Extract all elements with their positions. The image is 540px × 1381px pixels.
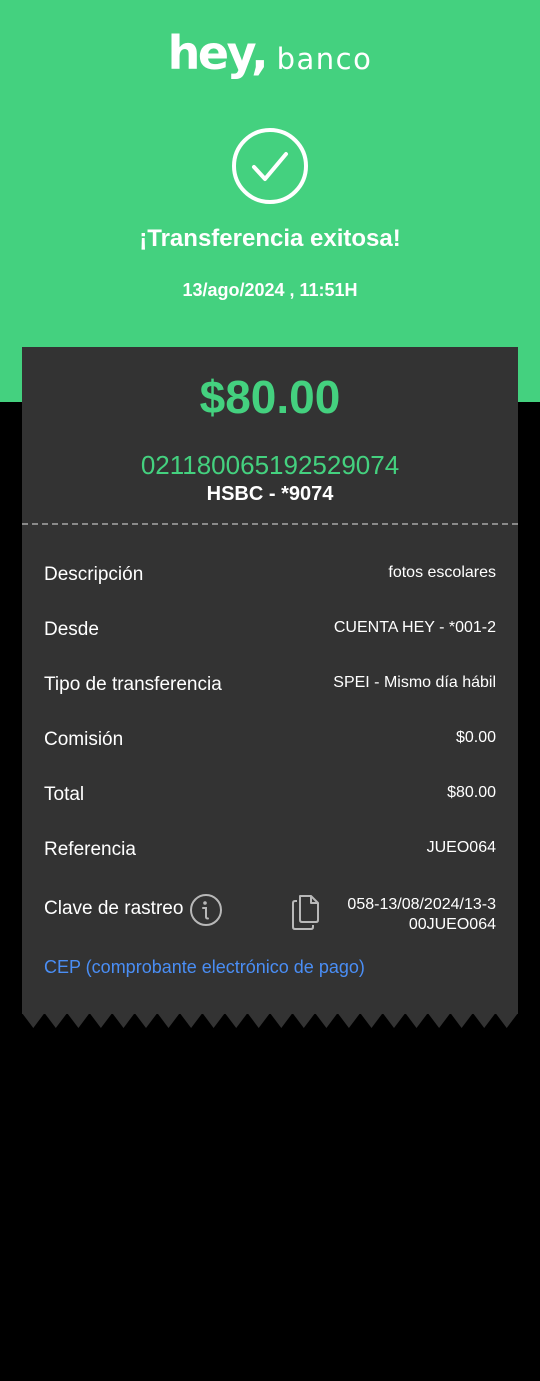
referencia-label: Referencia — [44, 839, 136, 860]
descripcion-value: fotos escolares — [388, 564, 496, 581]
comision-value: $0.00 — [455, 729, 496, 746]
tipo-transferencia-label: Tipo de transferencia — [44, 674, 222, 695]
detail-row-clave-rastreo: Clave de rastreo 058-13/08/2024/13-3 00J… — [44, 894, 496, 942]
detail-row-desde: Desde CUENTA HEY - *001-2 — [44, 619, 496, 659]
destination-bank: HSBC - *9074 — [206, 483, 334, 505]
detail-row-referencia: Referencia JUEO064 — [44, 839, 496, 879]
total-label: Total — [44, 784, 85, 805]
transfer-amount: $80.00 — [199, 371, 341, 423]
copy-icon[interactable] — [291, 892, 321, 932]
check-circle-icon — [232, 128, 308, 204]
desde-value: CUENTA HEY - *001-2 — [333, 619, 496, 636]
logo-banco-text: banco — [276, 42, 373, 76]
logo-comma: , — [251, 26, 269, 80]
logo-hey-text: hey — [167, 26, 257, 80]
detail-row-total: Total $80.00 — [44, 784, 496, 824]
referencia-value: JUEO064 — [426, 839, 496, 856]
receipt-zigzag-edge — [22, 1013, 518, 1028]
info-icon[interactable] — [189, 893, 223, 927]
total-value: $80.00 — [447, 784, 496, 801]
tipo-transferencia-value: SPEI - Mismo día hábil — [333, 674, 496, 691]
transfer-datetime: 13/ago/2024 , 11:51H — [182, 280, 358, 300]
destination-account-number: 021180065192529074 — [140, 450, 400, 480]
cep-link[interactable]: CEP (comprobante electrónico de pago) — [44, 957, 365, 978]
descripcion-label: Descripción — [44, 564, 144, 585]
detail-row-comision: Comisión $0.00 — [44, 729, 496, 769]
clave-rastreo-label: Clave de rastreo — [44, 898, 184, 919]
clave-rastreo-value-line1: 058-13/08/2024/13-3 — [347, 896, 496, 913]
clave-rastreo-value: 058-13/08/2024/13-3 00JUEO064 — [347, 895, 496, 935]
hey-banco-logo: hey, banco — [0, 26, 540, 80]
dashed-divider — [22, 523, 518, 525]
clave-rastreo-value-line2: 00JUEO064 — [408, 916, 496, 933]
desde-label: Desde — [44, 619, 99, 640]
detail-row-descripcion: Descripción fotos escolares — [44, 564, 496, 604]
success-title: ¡Transferencia exitosa! — [139, 225, 401, 252]
comision-label: Comisión — [44, 729, 124, 750]
detail-row-tipo-transferencia: Tipo de transferencia SPEI - Mismo día h… — [44, 674, 496, 714]
